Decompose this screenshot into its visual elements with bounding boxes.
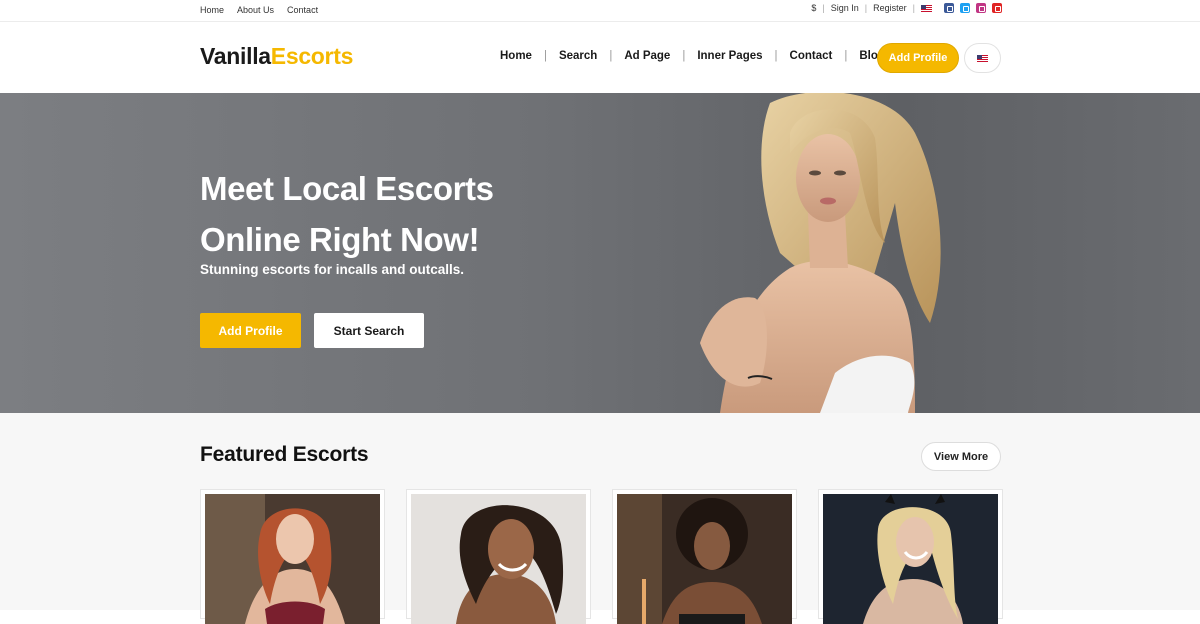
us-flag-icon[interactable] [921, 4, 932, 12]
twitter-icon[interactable] [960, 3, 970, 13]
nav-home[interactable]: Home [500, 50, 532, 62]
hero-add-profile-button[interactable]: Add Profile [200, 313, 301, 348]
escort-card-photo [823, 494, 998, 624]
featured-section: Featured Escorts View More [0, 413, 1200, 624]
sign-in-link[interactable]: Sign In [831, 3, 859, 13]
logo-text-escorts: Escorts [270, 43, 354, 69]
top-account-area: $ | Sign In | Register | [811, 3, 1002, 13]
register-link[interactable]: Register [873, 3, 907, 13]
escort-card-photo [617, 494, 792, 624]
main-header: VanillaEscorts Home | Search | Ad Page |… [0, 23, 1200, 93]
escort-card-photo [205, 494, 380, 624]
nav-inner-pages[interactable]: Inner Pages [697, 50, 762, 62]
escort-card-photo [411, 494, 586, 624]
escort-card[interactable] [200, 489, 385, 624]
featured-cards [200, 489, 1003, 624]
top-link-about[interactable]: About Us [237, 5, 274, 15]
site-logo[interactable]: VanillaEscorts [200, 43, 353, 70]
hero-banner: Meet Local Escorts Online Right Now! Stu… [0, 93, 1200, 413]
hero-title: Meet Local Escorts Online Right Now! [200, 163, 620, 265]
hero-title-line-2: Online Right Now! [200, 221, 480, 258]
facebook-icon[interactable] [944, 3, 954, 13]
youtube-icon[interactable] [992, 3, 1002, 13]
escort-card[interactable] [406, 489, 591, 624]
top-utility-bar: Home About Us Contact $ | Sign In | Regi… [0, 0, 1200, 22]
view-more-button[interactable]: View More [921, 442, 1001, 471]
top-links: Home About Us Contact [200, 5, 318, 15]
logo-text-vanilla: Vanilla [200, 43, 271, 69]
add-profile-button[interactable]: Add Profile [877, 43, 959, 73]
nav-ad-page[interactable]: Ad Page [624, 50, 670, 62]
featured-title: Featured Escorts [200, 443, 369, 466]
main-nav: Home | Search | Ad Page | Inner Pages | … [500, 50, 885, 62]
hero-title-line-1: Meet Local Escorts [200, 170, 494, 207]
hero-model-photo [700, 93, 941, 413]
nav-search[interactable]: Search [559, 50, 597, 62]
top-link-home[interactable]: Home [200, 5, 224, 15]
hero-subtitle: Stunning escorts for incalls and outcall… [200, 262, 465, 277]
escort-card[interactable] [612, 489, 797, 624]
us-flag-icon [977, 54, 988, 62]
start-search-button[interactable]: Start Search [314, 313, 424, 348]
currency-selector[interactable]: $ [811, 3, 816, 13]
escort-card[interactable] [818, 489, 1003, 624]
language-selector[interactable] [964, 43, 1001, 73]
instagram-icon[interactable] [976, 3, 986, 13]
nav-contact[interactable]: Contact [790, 50, 833, 62]
top-link-contact[interactable]: Contact [287, 5, 318, 15]
